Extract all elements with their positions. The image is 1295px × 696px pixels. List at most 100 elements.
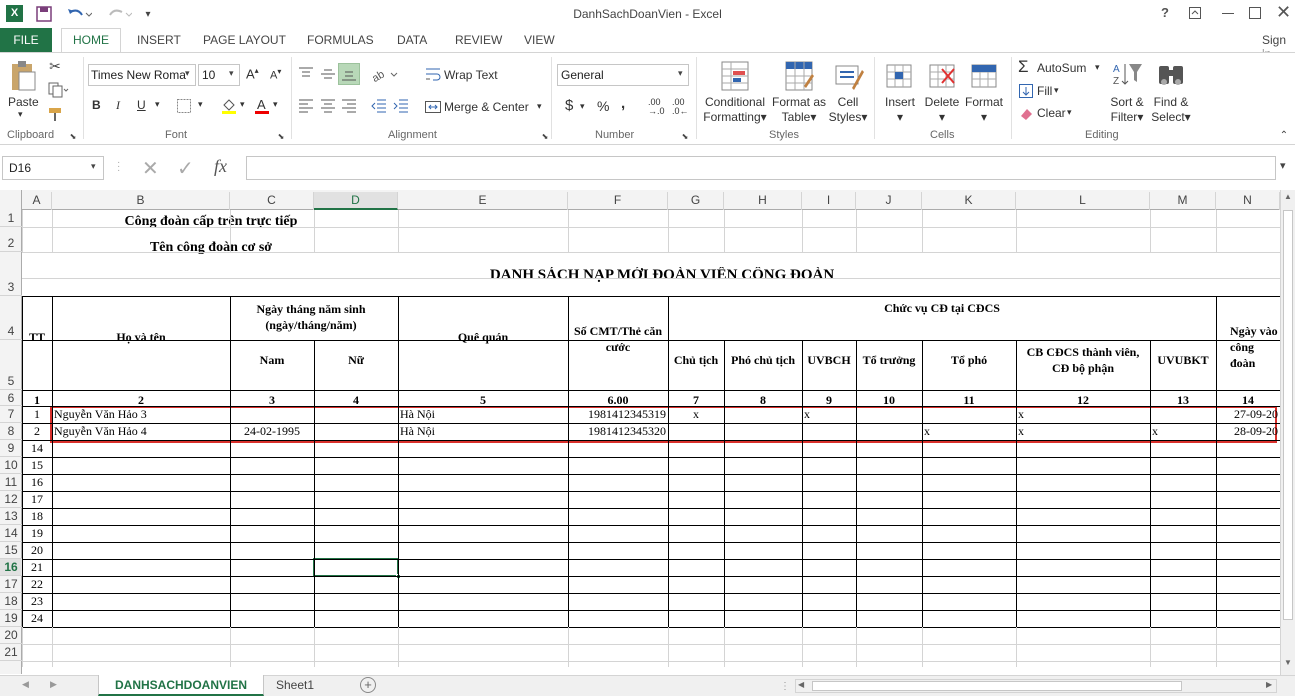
align-left-icon[interactable] bbox=[297, 97, 315, 115]
minimize-icon[interactable] bbox=[1222, 13, 1234, 14]
enter-icon[interactable]: ✓ bbox=[177, 156, 194, 181]
row-header-9[interactable]: 9 bbox=[0, 440, 22, 457]
borders-icon[interactable] bbox=[176, 98, 192, 114]
column-header-k[interactable]: K bbox=[922, 192, 1016, 210]
number-launcher-icon[interactable]: ⬊ bbox=[680, 131, 690, 141]
delete-cells-icon[interactable] bbox=[927, 59, 957, 93]
fill-button[interactable]: Fill bbox=[1037, 84, 1052, 98]
cell-que[interactable]: Hà Nội bbox=[400, 424, 566, 439]
autosum-button[interactable]: AutoSum bbox=[1037, 61, 1086, 75]
find-select-icon[interactable] bbox=[1155, 59, 1187, 91]
num-cell[interactable]: 1 bbox=[22, 393, 52, 408]
tab-page-layout[interactable]: PAGE LAYOUT bbox=[203, 33, 286, 47]
column-header-i[interactable]: I bbox=[802, 192, 856, 210]
hdr-ngay-vao[interactable]: Ngày vào công đoàn bbox=[1228, 323, 1280, 371]
wrap-text-button[interactable]: Wrap Text bbox=[444, 68, 498, 82]
expand-formula-icon[interactable]: ▾ bbox=[1280, 159, 1286, 172]
cell-styles-icon[interactable] bbox=[833, 59, 865, 93]
row-header-6[interactable]: 6 bbox=[0, 390, 22, 406]
hdr-uvubkt[interactable]: UVUBKT bbox=[1150, 353, 1216, 368]
chevron-down-icon[interactable]: ▾ bbox=[537, 101, 542, 112]
row-header-3[interactable]: 3 bbox=[0, 252, 22, 296]
fill-color-icon[interactable] bbox=[220, 96, 238, 116]
align-right-icon[interactable] bbox=[340, 97, 358, 115]
hdr-chuc-vu[interactable]: Chức vụ CĐ tại CĐCS bbox=[668, 301, 1216, 316]
close-icon[interactable]: ✕ bbox=[1276, 2, 1291, 23]
chevron-down-icon[interactable]: ▾ bbox=[1095, 62, 1100, 73]
num-cell[interactable]: 14 bbox=[1216, 393, 1280, 408]
cell-a3[interactable]: DANH SÁCH NẠP MỚI ĐOÀN VIÊN CÔNG ĐOÀN bbox=[22, 267, 1280, 284]
row-header-7[interactable]: 7 bbox=[0, 406, 22, 423]
row-header-18[interactable]: 18 bbox=[0, 593, 22, 610]
column-header-h[interactable]: H bbox=[724, 192, 802, 210]
paste-button[interactable]: Paste bbox=[8, 95, 39, 109]
row-header-2[interactable]: 2 bbox=[0, 227, 22, 252]
row-header-13[interactable]: 13 bbox=[0, 508, 22, 525]
hdr-tt[interactable]: TT bbox=[22, 330, 52, 345]
cell-styles-button[interactable]: Cell Styles▾ bbox=[826, 95, 870, 125]
clear-button[interactable]: Clear bbox=[1037, 106, 1066, 120]
paste-icon[interactable] bbox=[8, 59, 38, 93]
format-painter-icon[interactable] bbox=[46, 105, 64, 123]
cell-uvubkt[interactable]: x bbox=[1152, 424, 1214, 439]
conditional-formatting-button[interactable]: Conditional Formatting▾ bbox=[703, 95, 767, 125]
horizontal-scroll-thumb[interactable] bbox=[812, 681, 1182, 691]
num-cell[interactable]: 12 bbox=[1016, 393, 1150, 408]
comma-style-icon[interactable]: , bbox=[621, 95, 625, 112]
cell-tt[interactable]: 20 bbox=[22, 543, 52, 558]
merge-center-button[interactable]: Merge & Center bbox=[444, 100, 529, 114]
chevron-down-icon[interactable]: ▾ bbox=[155, 99, 160, 110]
cell-tt[interactable]: 18 bbox=[22, 509, 52, 524]
font-color-icon[interactable]: A bbox=[254, 96, 270, 116]
num-cell[interactable]: 10 bbox=[856, 393, 922, 408]
italic-icon[interactable]: I bbox=[116, 98, 120, 113]
cancel-icon[interactable]: ✕ bbox=[142, 156, 159, 181]
paste-dropdown-icon[interactable]: ▾ bbox=[18, 109, 23, 120]
cell-name[interactable]: Nguyễn Văn Hảo 3 bbox=[54, 407, 228, 422]
hdr-ngay-sinh[interactable]: Ngày tháng năm sinh (ngày/tháng/năm) bbox=[236, 301, 386, 333]
align-top-icon[interactable] bbox=[297, 65, 315, 83]
font-name-select[interactable]: Times New Roma ▾ bbox=[88, 64, 196, 86]
chevron-down-icon[interactable]: ▾ bbox=[580, 101, 585, 112]
row-header-4[interactable]: 4 bbox=[0, 296, 22, 340]
hdr-to-truong[interactable]: Tổ trưởng bbox=[856, 353, 922, 368]
hdr-nam[interactable]: Nam bbox=[230, 353, 314, 368]
alignment-launcher-icon[interactable]: ⬊ bbox=[540, 131, 550, 141]
sort-filter-button[interactable]: Sort & Filter▾ bbox=[1105, 95, 1149, 125]
decrease-decimal-icon[interactable]: .00.0← bbox=[672, 98, 689, 116]
help-icon[interactable]: ? bbox=[1161, 5, 1169, 20]
hdr-cmt[interactable]: Số CMT/Thẻ căn cước bbox=[570, 323, 666, 355]
num-cell[interactable]: 11 bbox=[922, 393, 1016, 408]
scroll-right-icon[interactable]: ▶ bbox=[1266, 680, 1272, 689]
add-sheet-icon[interactable]: + bbox=[360, 677, 376, 693]
worksheet-grid[interactable]: Công đoàn cấp trên trực tiếp Tên công đo… bbox=[0, 190, 1280, 674]
column-header-e[interactable]: E bbox=[398, 192, 568, 210]
bold-icon[interactable]: B bbox=[92, 98, 101, 112]
next-sheet-icon[interactable]: ▶ bbox=[50, 679, 57, 690]
insert-cells-icon[interactable] bbox=[884, 59, 914, 93]
percent-icon[interactable]: % bbox=[597, 98, 609, 114]
cell-tt[interactable]: 14 bbox=[22, 441, 52, 456]
hdr-chu-tich[interactable]: Chủ tịch bbox=[668, 353, 724, 368]
clear-icon[interactable] bbox=[1018, 105, 1034, 121]
num-cell[interactable]: 13 bbox=[1150, 393, 1216, 408]
row-header-5[interactable]: 5 bbox=[0, 340, 22, 390]
cell-tt[interactable]: 17 bbox=[22, 492, 52, 507]
row-header-19[interactable]: 19 bbox=[0, 610, 22, 627]
hdr-que-quan[interactable]: Quê quán bbox=[398, 330, 568, 345]
chevron-down-icon[interactable]: ▾ bbox=[198, 99, 203, 110]
tab-view[interactable]: VIEW bbox=[524, 33, 555, 47]
clipboard-launcher-icon[interactable]: ⬊ bbox=[68, 131, 78, 141]
sheet-tab-sheet1[interactable]: Sheet1 bbox=[268, 678, 322, 692]
sort-filter-icon[interactable]: AZ bbox=[1112, 59, 1144, 91]
row-header-10[interactable]: 10 bbox=[0, 457, 22, 474]
chevron-down-icon[interactable]: ▾ bbox=[273, 99, 278, 110]
cell-ngay-vao[interactable]: 28-09-20 bbox=[1218, 424, 1278, 439]
align-bottom-icon[interactable] bbox=[338, 63, 360, 85]
cell-tt[interactable]: 16 bbox=[22, 475, 52, 490]
row-header-14[interactable]: 14 bbox=[0, 525, 22, 542]
number-format-select[interactable]: General ▾ bbox=[557, 64, 689, 86]
cell-tt[interactable]: 23 bbox=[22, 594, 52, 609]
cell-cmt[interactable]: 1981412345320 bbox=[570, 424, 666, 439]
num-cell[interactable]: 8 bbox=[724, 393, 802, 408]
